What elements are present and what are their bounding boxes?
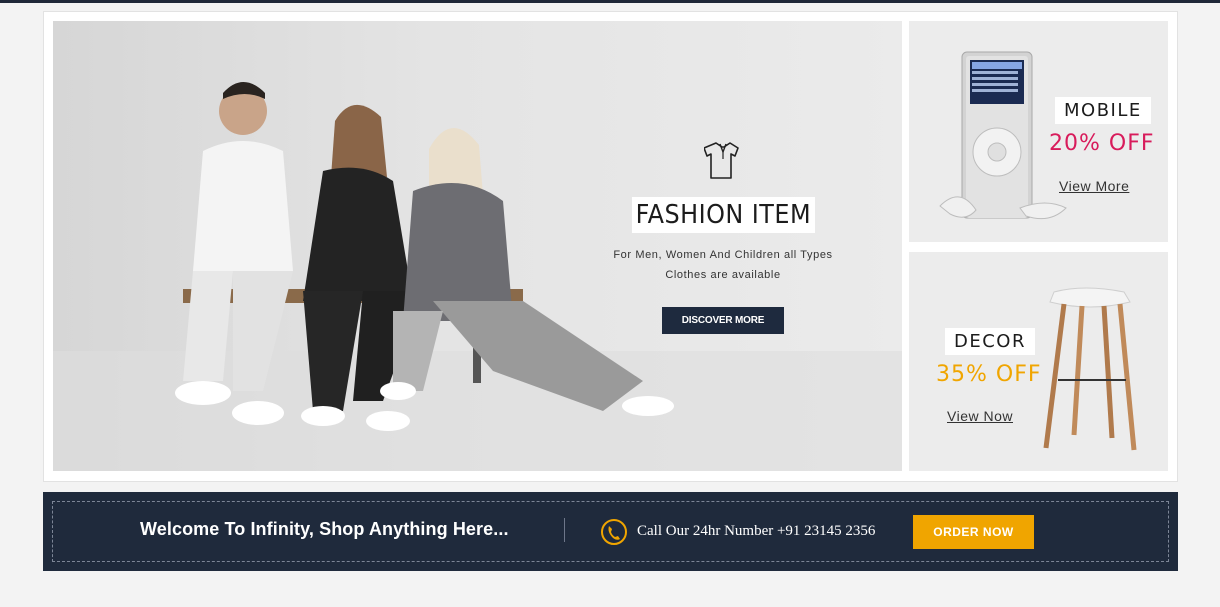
mobile-label: MOBILE [1055,97,1151,124]
top-strip [0,0,1220,3]
decor-offer: 35% OFF [936,362,1042,387]
tshirt-icon [704,142,739,179]
hero-subtitle: For Men, Women And Children all Types Cl… [613,245,833,285]
mobile-offer: 20% OFF [1049,131,1155,156]
hero-subtitle-line1: For Men, Women And Children all Types [613,249,833,261]
decor-label: DECOR [945,328,1035,355]
view-now-link[interactable]: View Now [947,408,1013,424]
mobile-offer-card[interactable]: MOBILE 20% OFF View More [909,21,1168,242]
call-number-text: Call Our 24hr Number +91 23145 2356 [637,523,876,539]
hero-content: FASHION ITEM For Men, Women And Children… [613,139,833,334]
decor-offer-card[interactable]: DECOR 35% OFF View Now [909,252,1168,471]
view-more-link[interactable]: View More [1059,178,1129,194]
hero-subtitle-line2: Clothes are available [665,269,781,281]
welcome-text: Welcome To Infinity, Shop Anything Here.… [140,519,509,539]
hero-title: FASHION ITEM [631,197,815,233]
stool-image [1043,287,1137,451]
hero-banner[interactable]: FASHION ITEM For Men, Women And Children… [53,21,902,471]
order-now-button[interactable]: ORDER NOW [913,515,1034,549]
phone-icon [601,519,627,545]
discover-more-button[interactable]: DISCOVER MORE [661,307,785,334]
promo-divider [564,518,565,542]
